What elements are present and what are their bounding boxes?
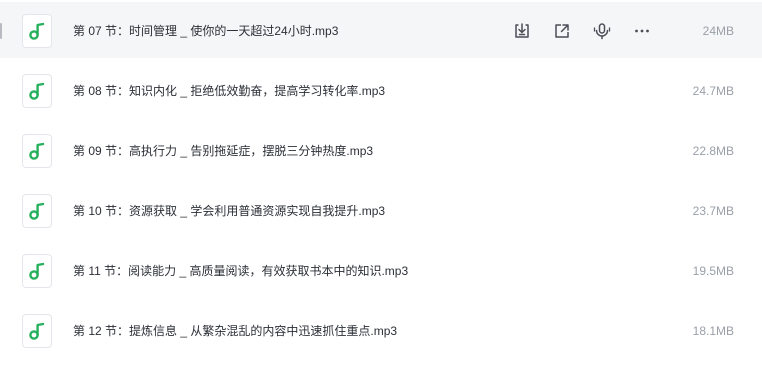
file-row[interactable]: 第 07 节：时间管理 _ 使你的一天超过24小时.mp3 24MB [0, 2, 762, 58]
file-row[interactable]: 第 12 节：提炼信息 _ 从繁杂混乱的内容中迅速抓住重点.mp3 18.1MB [0, 302, 762, 358]
file-size: 22.8MB [692, 144, 734, 158]
row-actions [511, 20, 653, 42]
file-size: 19.5MB [692, 264, 734, 278]
audio-file-icon [22, 134, 52, 168]
file-name[interactable]: 第 08 节：知识内化 _ 拒绝低效勤奋，提高学习转化率.mp3 [73, 83, 385, 99]
file-row[interactable]: 第 11 节：阅读能力 _ 高质量阅读，有效获取书本中的知识.mp3 19.5M… [0, 242, 762, 298]
file-row[interactable]: 第 09 节：高执行力 _ 告别拖延症，摆脱三分钟热度.mp3 22.8MB [0, 122, 762, 178]
file-size: 24MB [702, 24, 734, 38]
audio-file-icon [22, 314, 52, 348]
audio-file-icon [22, 14, 52, 48]
selection-checkbox[interactable] [0, 23, 2, 39]
file-size: 18.1MB [692, 324, 734, 338]
more-button[interactable] [631, 20, 653, 42]
file-size: 23.7MB [692, 204, 734, 218]
share-button[interactable] [551, 20, 573, 42]
file-name[interactable]: 第 07 节：时间管理 _ 使你的一天超过24小时.mp3 [73, 23, 338, 39]
download-icon [515, 23, 529, 38]
file-name[interactable]: 第 10 节：资源获取 _ 学会利用普通资源实现自我提升.mp3 [73, 203, 385, 219]
file-name[interactable]: 第 09 节：高执行力 _ 告别拖延症，摆脱三分钟热度.mp3 [73, 143, 373, 159]
file-row[interactable]: 第 08 节：知识内化 _ 拒绝低效勤奋，提高学习转化率.mp3 24.7MB [0, 62, 762, 118]
file-row[interactable]: 第 10 节：资源获取 _ 学会利用普通资源实现自我提升.mp3 23.7MB [0, 182, 762, 238]
audio-file-icon [22, 254, 52, 288]
file-name[interactable]: 第 11 节：阅读能力 _ 高质量阅读，有效获取书本中的知识.mp3 [73, 263, 408, 279]
audio-file-icon [22, 194, 52, 228]
download-button[interactable] [511, 20, 533, 42]
file-name[interactable]: 第 12 节：提炼信息 _ 从繁杂混乱的内容中迅速抓住重点.mp3 [73, 323, 397, 339]
file-list: 第 07 节：时间管理 _ 使你的一天超过24小时.mp3 24MB 第 08 … [0, 0, 762, 366]
transcribe-button[interactable] [591, 20, 613, 42]
share-icon [555, 24, 569, 38]
audio-file-icon [22, 74, 52, 108]
file-size: 24.7MB [692, 84, 734, 98]
more-icon [635, 29, 649, 33]
transcribe-icon [593, 23, 611, 40]
